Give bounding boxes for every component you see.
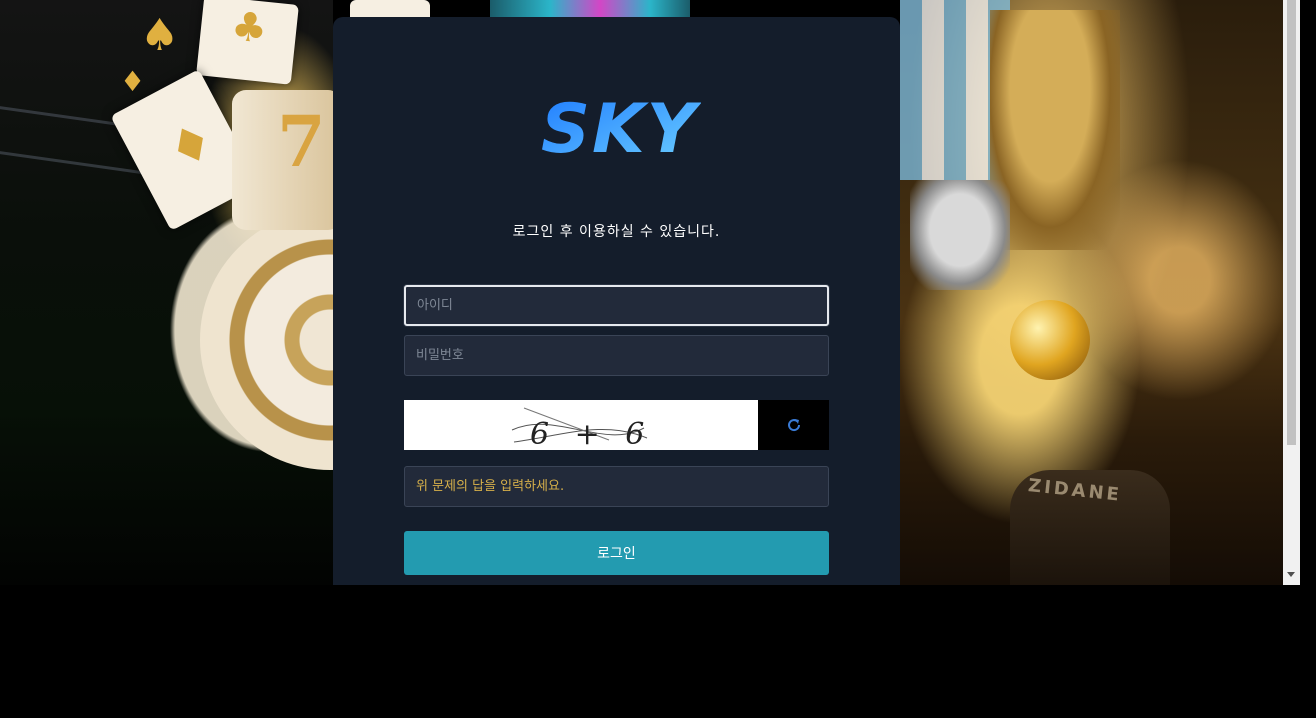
svg-text:SKY: SKY (541, 96, 701, 158)
trophy-art (910, 180, 1010, 290)
captcha-image: 6 + 6 (404, 400, 758, 452)
top-glow-art (490, 0, 690, 17)
playing-card-art: ♣ (196, 0, 299, 85)
login-subtitle: 로그인 후 이용하실 수 있습니다. (512, 224, 721, 240)
scrollbar-thumb[interactable] (1287, 0, 1296, 445)
captcha-refresh-button[interactable] (758, 400, 829, 450)
page-viewport: ♣ ♦ ♠ ♦ 7 ZIDANE SKY 로그인 후 이용하실 수 있습니다. (0, 0, 1316, 585)
casino-background-art: ♣ ♦ ♠ ♦ 7 (0, 0, 460, 585)
golden-ball-art (1010, 300, 1090, 380)
captcha-answer-input[interactable] (404, 466, 829, 507)
chip-art: ♦ (120, 65, 146, 98)
football-background-art: ZIDANE (900, 0, 1284, 585)
login-button[interactable]: 로그인 (404, 531, 829, 575)
refresh-icon (787, 419, 800, 432)
page-scrollbar[interactable] (1283, 0, 1300, 585)
password-input[interactable] (404, 335, 829, 376)
slot-reel-art: 7 (232, 90, 342, 230)
spade-chip-art: ♠ (140, 10, 180, 61)
username-input[interactable] (404, 285, 829, 326)
scroll-down-arrow-icon[interactable] (1287, 572, 1295, 577)
sky-logo: SKY (541, 96, 701, 158)
captcha-text: 6 + 6 (530, 417, 652, 450)
